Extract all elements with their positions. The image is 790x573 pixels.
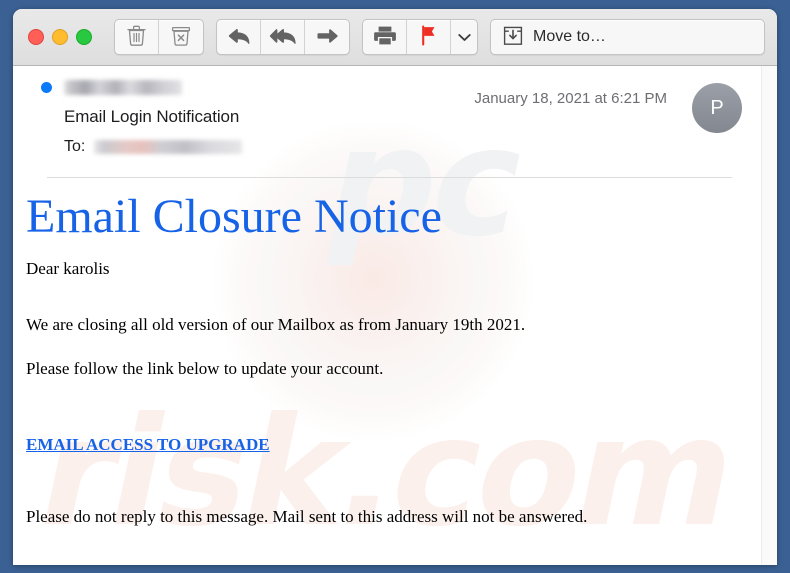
trash-icon bbox=[127, 25, 146, 49]
move-to-label: Move to… bbox=[533, 28, 606, 45]
message-subject: Email Login Notification bbox=[64, 107, 240, 126]
reply-button[interactable] bbox=[217, 20, 261, 54]
move-to-button-group: Move to… bbox=[490, 19, 765, 55]
sender-avatar[interactable]: P bbox=[692, 83, 742, 133]
move-to-button[interactable]: Move to… bbox=[491, 20, 764, 54]
recipient-address-redacted bbox=[94, 140, 243, 154]
recipient-row: To: bbox=[13, 138, 777, 156]
unread-indicator-dot[interactable] bbox=[41, 82, 52, 93]
phishing-cta-link[interactable]: EMAIL ACCESS TO UPGRADE bbox=[26, 435, 270, 455]
chevron-down-icon bbox=[457, 30, 471, 45]
print-button[interactable] bbox=[363, 20, 407, 54]
email-paragraph-2: Please follow the link below to update y… bbox=[26, 359, 384, 379]
junk-trash-x-icon bbox=[171, 25, 191, 49]
window-toolbar: Move to… bbox=[13, 9, 777, 66]
flag-button[interactable] bbox=[407, 20, 451, 54]
email-body-content: Email Closure Notice Dear karolis We are… bbox=[13, 190, 777, 527]
delete-button-group bbox=[114, 19, 204, 55]
mail-message-window: Move to… pc risk.com Email Login Notific… bbox=[13, 9, 777, 565]
vertical-scrollbar[interactable] bbox=[761, 66, 777, 565]
email-paragraph-1: We are closing all old version of our Ma… bbox=[26, 315, 526, 335]
reply-all-button[interactable] bbox=[261, 20, 305, 54]
delete-button[interactable] bbox=[115, 20, 159, 54]
flag-icon bbox=[419, 25, 438, 49]
sender-address-redacted bbox=[64, 80, 182, 95]
close-window-button[interactable] bbox=[28, 29, 44, 45]
reply-button-group bbox=[216, 19, 350, 55]
move-to-icon bbox=[502, 25, 524, 50]
zoom-window-button[interactable] bbox=[76, 29, 92, 45]
email-paragraph-3: Please do not reply to this message. Mai… bbox=[26, 507, 588, 527]
reply-arrow-icon bbox=[227, 26, 250, 49]
forward-arrow-icon bbox=[316, 26, 339, 49]
minimize-window-button[interactable] bbox=[52, 29, 68, 45]
message-header: Email Login Notification To: January 18,… bbox=[13, 66, 777, 156]
flag-menu-button[interactable] bbox=[451, 20, 477, 54]
printer-icon bbox=[373, 25, 397, 49]
to-label: To: bbox=[64, 138, 86, 155]
mark-as-junk-button[interactable] bbox=[159, 20, 203, 54]
forward-button[interactable] bbox=[305, 20, 349, 54]
message-date: January 18, 2021 at 6:21 PM bbox=[474, 90, 667, 107]
message-content-area: pc risk.com Email Login Notification To:… bbox=[13, 66, 777, 565]
email-greeting: Dear karolis bbox=[26, 259, 110, 279]
reply-all-arrow-icon bbox=[269, 26, 296, 49]
window-controls bbox=[28, 29, 92, 45]
desktop-background: Move to… pc risk.com Email Login Notific… bbox=[0, 0, 790, 573]
email-headline: Email Closure Notice bbox=[26, 190, 442, 243]
header-divider bbox=[47, 177, 732, 178]
print-button-group bbox=[362, 19, 478, 55]
